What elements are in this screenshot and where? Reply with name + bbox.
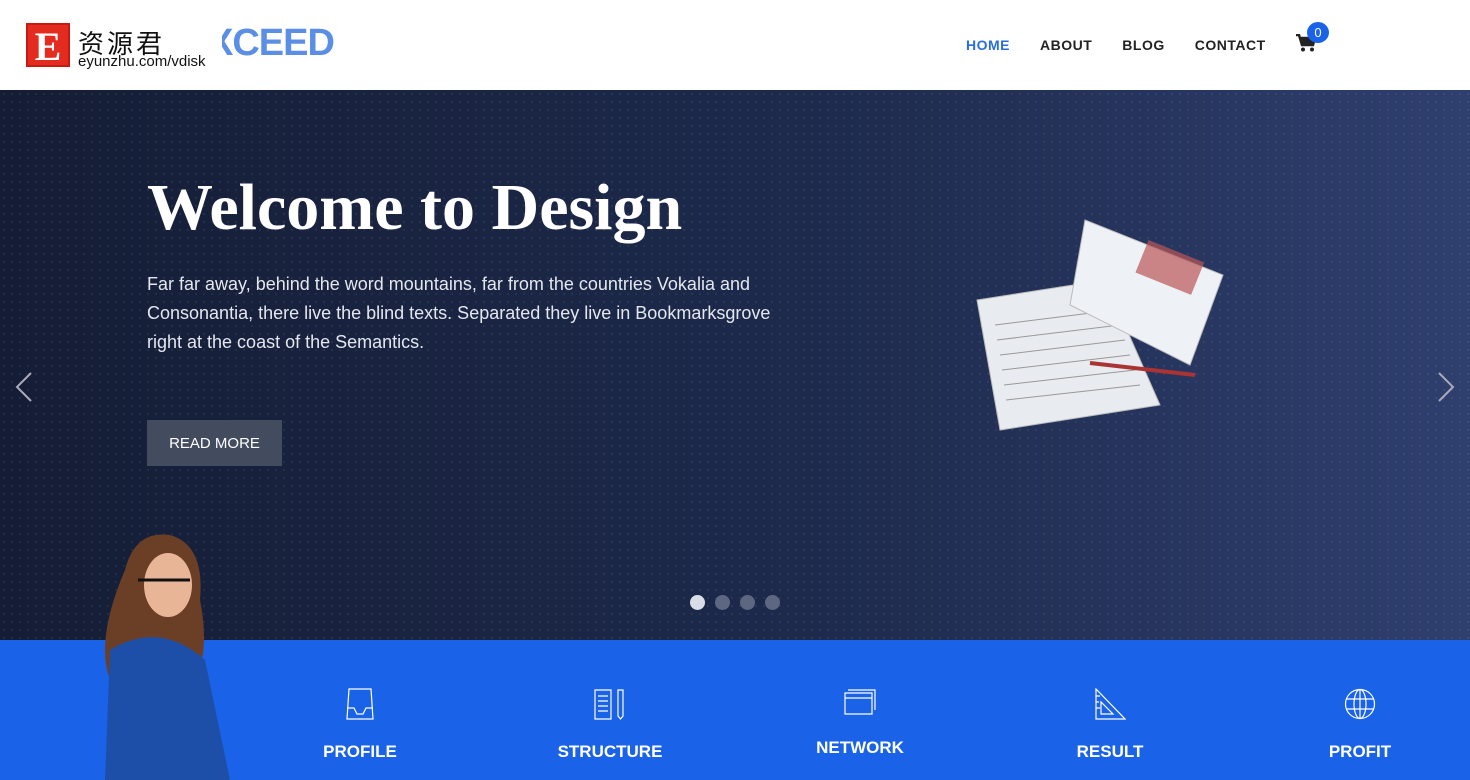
cart-count-badge: 0 (1307, 22, 1329, 43)
slide-dot-2[interactable] (715, 595, 730, 610)
logo-url: eyunzhu.com/vdisk (78, 53, 206, 70)
read-more-button[interactable]: READ MORE (147, 420, 282, 466)
slide-dot-3[interactable] (740, 595, 755, 610)
inbox-tray-icon (346, 688, 374, 720)
nav-contact[interactable]: CONTACT (1195, 37, 1266, 53)
nav-blog[interactable]: BLOG (1122, 37, 1164, 53)
feature-label: RESULT (1076, 742, 1144, 761)
nav-about[interactable]: ABOUT (1040, 37, 1092, 53)
windows-icon (844, 689, 876, 715)
feature-label: NETWORK (816, 738, 904, 757)
hero-title: Welcome to Design (147, 171, 683, 244)
logo-mark: E (26, 23, 70, 69)
feature-label: PROFIT (1328, 742, 1392, 761)
header: E 资源君 eyunzhu.com/vdisk XCEED HOME ABOUT… (0, 0, 1470, 90)
woman-portrait-image (105, 534, 230, 780)
globe-icon (1344, 688, 1376, 720)
hero-text: Far far away, behind the word mountains,… (147, 274, 771, 352)
set-square-icon (1095, 688, 1126, 720)
slide-dot-1[interactable] (690, 595, 705, 610)
slider-dots (690, 595, 780, 610)
document-pencil-icon (594, 689, 624, 720)
chevron-right-icon[interactable] (1436, 370, 1456, 404)
feature-profit[interactable]: PROFIT (1260, 688, 1460, 762)
brand-name: XCEED (208, 22, 334, 64)
chevron-left-icon[interactable] (14, 370, 34, 404)
feature-structure[interactable]: STRUCTURE (510, 688, 710, 762)
feature-network[interactable]: NETWORK (760, 688, 960, 758)
main-nav: HOME ABOUT BLOG CONTACT (966, 37, 1266, 53)
feature-label: STRUCTURE (557, 742, 663, 761)
nav-home[interactable]: HOME (966, 37, 1010, 53)
envelope-document-image (976, 219, 1224, 431)
slide-dot-4[interactable] (765, 595, 780, 610)
feature-result[interactable]: RESULT (1010, 688, 1210, 762)
feature-label: PROFILE (323, 742, 397, 761)
feature-profile[interactable]: PROFILE (260, 688, 460, 762)
